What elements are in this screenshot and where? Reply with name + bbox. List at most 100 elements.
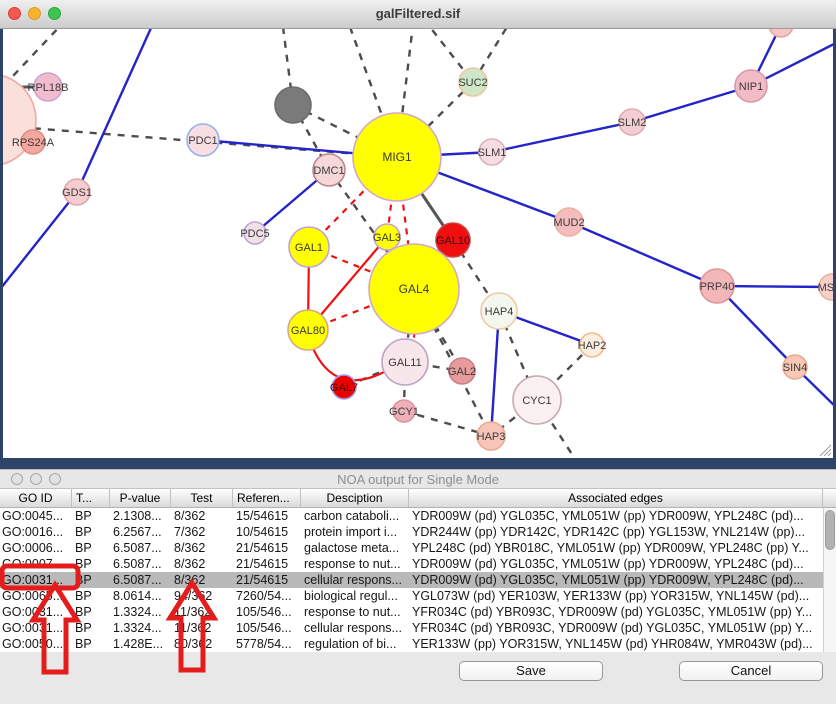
table-cell: 15/54615 [233,508,301,524]
table-cell: 11/362 [171,620,233,636]
table-cell: YFR034C (pd) YBR093C, YDR009W (pd) YGL03… [409,620,823,636]
table-cell: 80/362 [171,636,233,652]
node-label-slm2: SLM2 [618,117,647,129]
table-row[interactable]: GO:0016...BP6.2567...7/36210/54615protei… [0,524,823,540]
node-label-gal3: GAL3 [373,232,401,244]
node-label-prp40: PRP40 [700,281,735,293]
network-edge[interactable] [3,192,77,288]
table-cell: carbon cataboli... [301,508,409,524]
scrollbar-thumb[interactable] [825,510,835,550]
network-node[interactable] [275,87,311,123]
network-edge[interactable] [312,346,386,380]
table-cell: YDR009W (pd) YGL035C, YML051W (pp) YDR00… [409,572,823,588]
column-header-test[interactable]: Test [171,489,233,507]
network-node[interactable] [769,29,793,37]
table-cell: 7260/54... [233,588,301,604]
table-cell: biological regul... [301,588,409,604]
column-header-referen-[interactable]: Referen... [233,489,301,507]
table-cell: YPL248C (pd) YBR018C, YML051W (pp) YDR00… [409,540,823,556]
table-row[interactable]: GO:0045...BP2.1308...8/36215/54615carbon… [0,508,823,524]
network-window-titlebar: galFiltered.sif [0,0,836,29]
network-edge[interactable] [77,29,160,192]
table-cell: regulation of bi... [301,636,409,652]
node-label-pdc5: PDC5 [240,228,269,240]
network-canvas[interactable]: RPL18BRPS24AGDS1PDC1DMC1MIG1SUC2SLM1SLM2… [3,29,833,458]
table-cell: 8/362 [171,556,233,572]
table-cell: cellular respons... [301,572,409,588]
cancel-button[interactable]: Cancel [679,661,823,681]
table-cell: BP [72,556,110,572]
table-cell: 2.1308... [110,508,171,524]
table-row[interactable]: GO:0050...BP1.428E...80/3625778/54...reg… [0,636,823,652]
table-cell: 6.2567... [110,524,171,540]
noa-window-title: NOA output for Single Mode [0,472,836,487]
table-cell: BP [72,620,110,636]
table-cell: YER133W (pp) YOR315W, YNL145W (pd) YHR08… [409,636,823,652]
table-cell: BP [72,540,110,556]
save-button[interactable]: Save [459,661,603,681]
table-cell: 21/54615 [233,556,301,572]
noa-output-window: NOA output for Single Mode GO IDT...P-va… [0,469,836,704]
table-cell: BP [72,604,110,620]
table-cell: 6.5087... [110,556,171,572]
table-cell: YFR034C (pd) YBR093C, YDR009W (pd) YGL03… [409,604,823,620]
table-cell: 8/362 [171,540,233,556]
window-resize-grip[interactable] [816,441,832,457]
column-header-desciption[interactable]: Desciption [301,489,409,507]
table-cell: GO:0031... [0,620,72,636]
table-cell: 105/546... [233,604,301,620]
network-window-title: galFiltered.sif [0,6,836,21]
node-label-sin4: SIN4 [783,362,807,374]
table-cell: GO:0045... [0,508,72,524]
node-label-gal4: GAL4 [399,282,430,296]
table-cell: 6.5087... [110,572,171,588]
table-cell: GO:0065... [0,588,72,604]
network-edge[interactable] [492,122,632,152]
table-cell: 6.5087... [110,540,171,556]
table-cell: 5778/54... [233,636,301,652]
node-label-gcy1: GCY1 [389,406,419,418]
table-row[interactable]: GO:0031...BP6.5087...8/36221/54615cellul… [0,572,823,588]
table-vertical-scrollbar[interactable] [823,508,836,652]
table-row[interactable]: GO:0031...BP1.3324...11/362105/546...res… [0,604,823,620]
table-cell: BP [72,508,110,524]
table-cell: 1.428E... [110,636,171,652]
table-row[interactable]: GO:0065...BP8.0614...94/3627260/54...bio… [0,588,823,604]
table-cell: response to nut... [301,604,409,620]
node-label-pdc1: PDC1 [188,135,217,147]
table-cell: YDR009W (pd) YGL035C, YML051W (pp) YDR00… [409,508,823,524]
results-table-header[interactable]: GO IDT...P-valueTestReferen...Desciption… [0,489,836,508]
node-label-cyc1: CYC1 [522,395,551,407]
table-cell: BP [72,572,110,588]
table-row[interactable]: GO:0006...BP6.5087...8/36221/54615galact… [0,540,823,556]
node-label-slm1: SLM1 [478,147,507,159]
table-row[interactable]: GO:0031...BP1.3324...11/362105/546...cel… [0,620,823,636]
results-table-body: GO:0045...BP2.1308...8/36215/54615carbon… [0,508,823,652]
table-cell: 10/54615 [233,524,301,540]
table-row[interactable]: GO:0007...BP6.5087...8/36221/54615respon… [0,556,823,572]
table-cell: 21/54615 [233,572,301,588]
table-cell: 8.0614... [110,588,171,604]
table-cell: 8/362 [171,572,233,588]
node-label-gal10: GAL10 [436,235,470,247]
table-cell: 1.3324... [110,604,171,620]
column-header-t-[interactable]: T... [72,489,110,507]
table-cell: protein import i... [301,524,409,540]
table-cell: response to nut... [301,556,409,572]
network-edge[interactable] [632,86,751,122]
table-cell: 7/362 [171,524,233,540]
column-header-associated-edges[interactable]: Associated edges [409,489,823,507]
table-cell: cellular respons... [301,620,409,636]
table-cell: YGL073W (pd) YER103W, YER133W (pp) YOR31… [409,588,823,604]
table-cell: BP [72,636,110,652]
node-label-msl1: MSL1 [818,282,833,294]
network-graph: RPL18BRPS24AGDS1PDC1DMC1MIG1SUC2SLM1SLM2… [3,29,833,458]
table-cell: 1.3324... [110,620,171,636]
table-cell: GO:0031... [0,604,72,620]
table-cell: galactose meta... [301,540,409,556]
table-cell: YDR244W (pp) YDR142C, YDR142C (pp) YGL15… [409,524,823,540]
node-label-mig1: MIG1 [382,150,412,164]
network-edge[interactable] [569,222,717,286]
column-header-go-id[interactable]: GO ID [0,489,72,507]
column-header-p-value[interactable]: P-value [110,489,171,507]
